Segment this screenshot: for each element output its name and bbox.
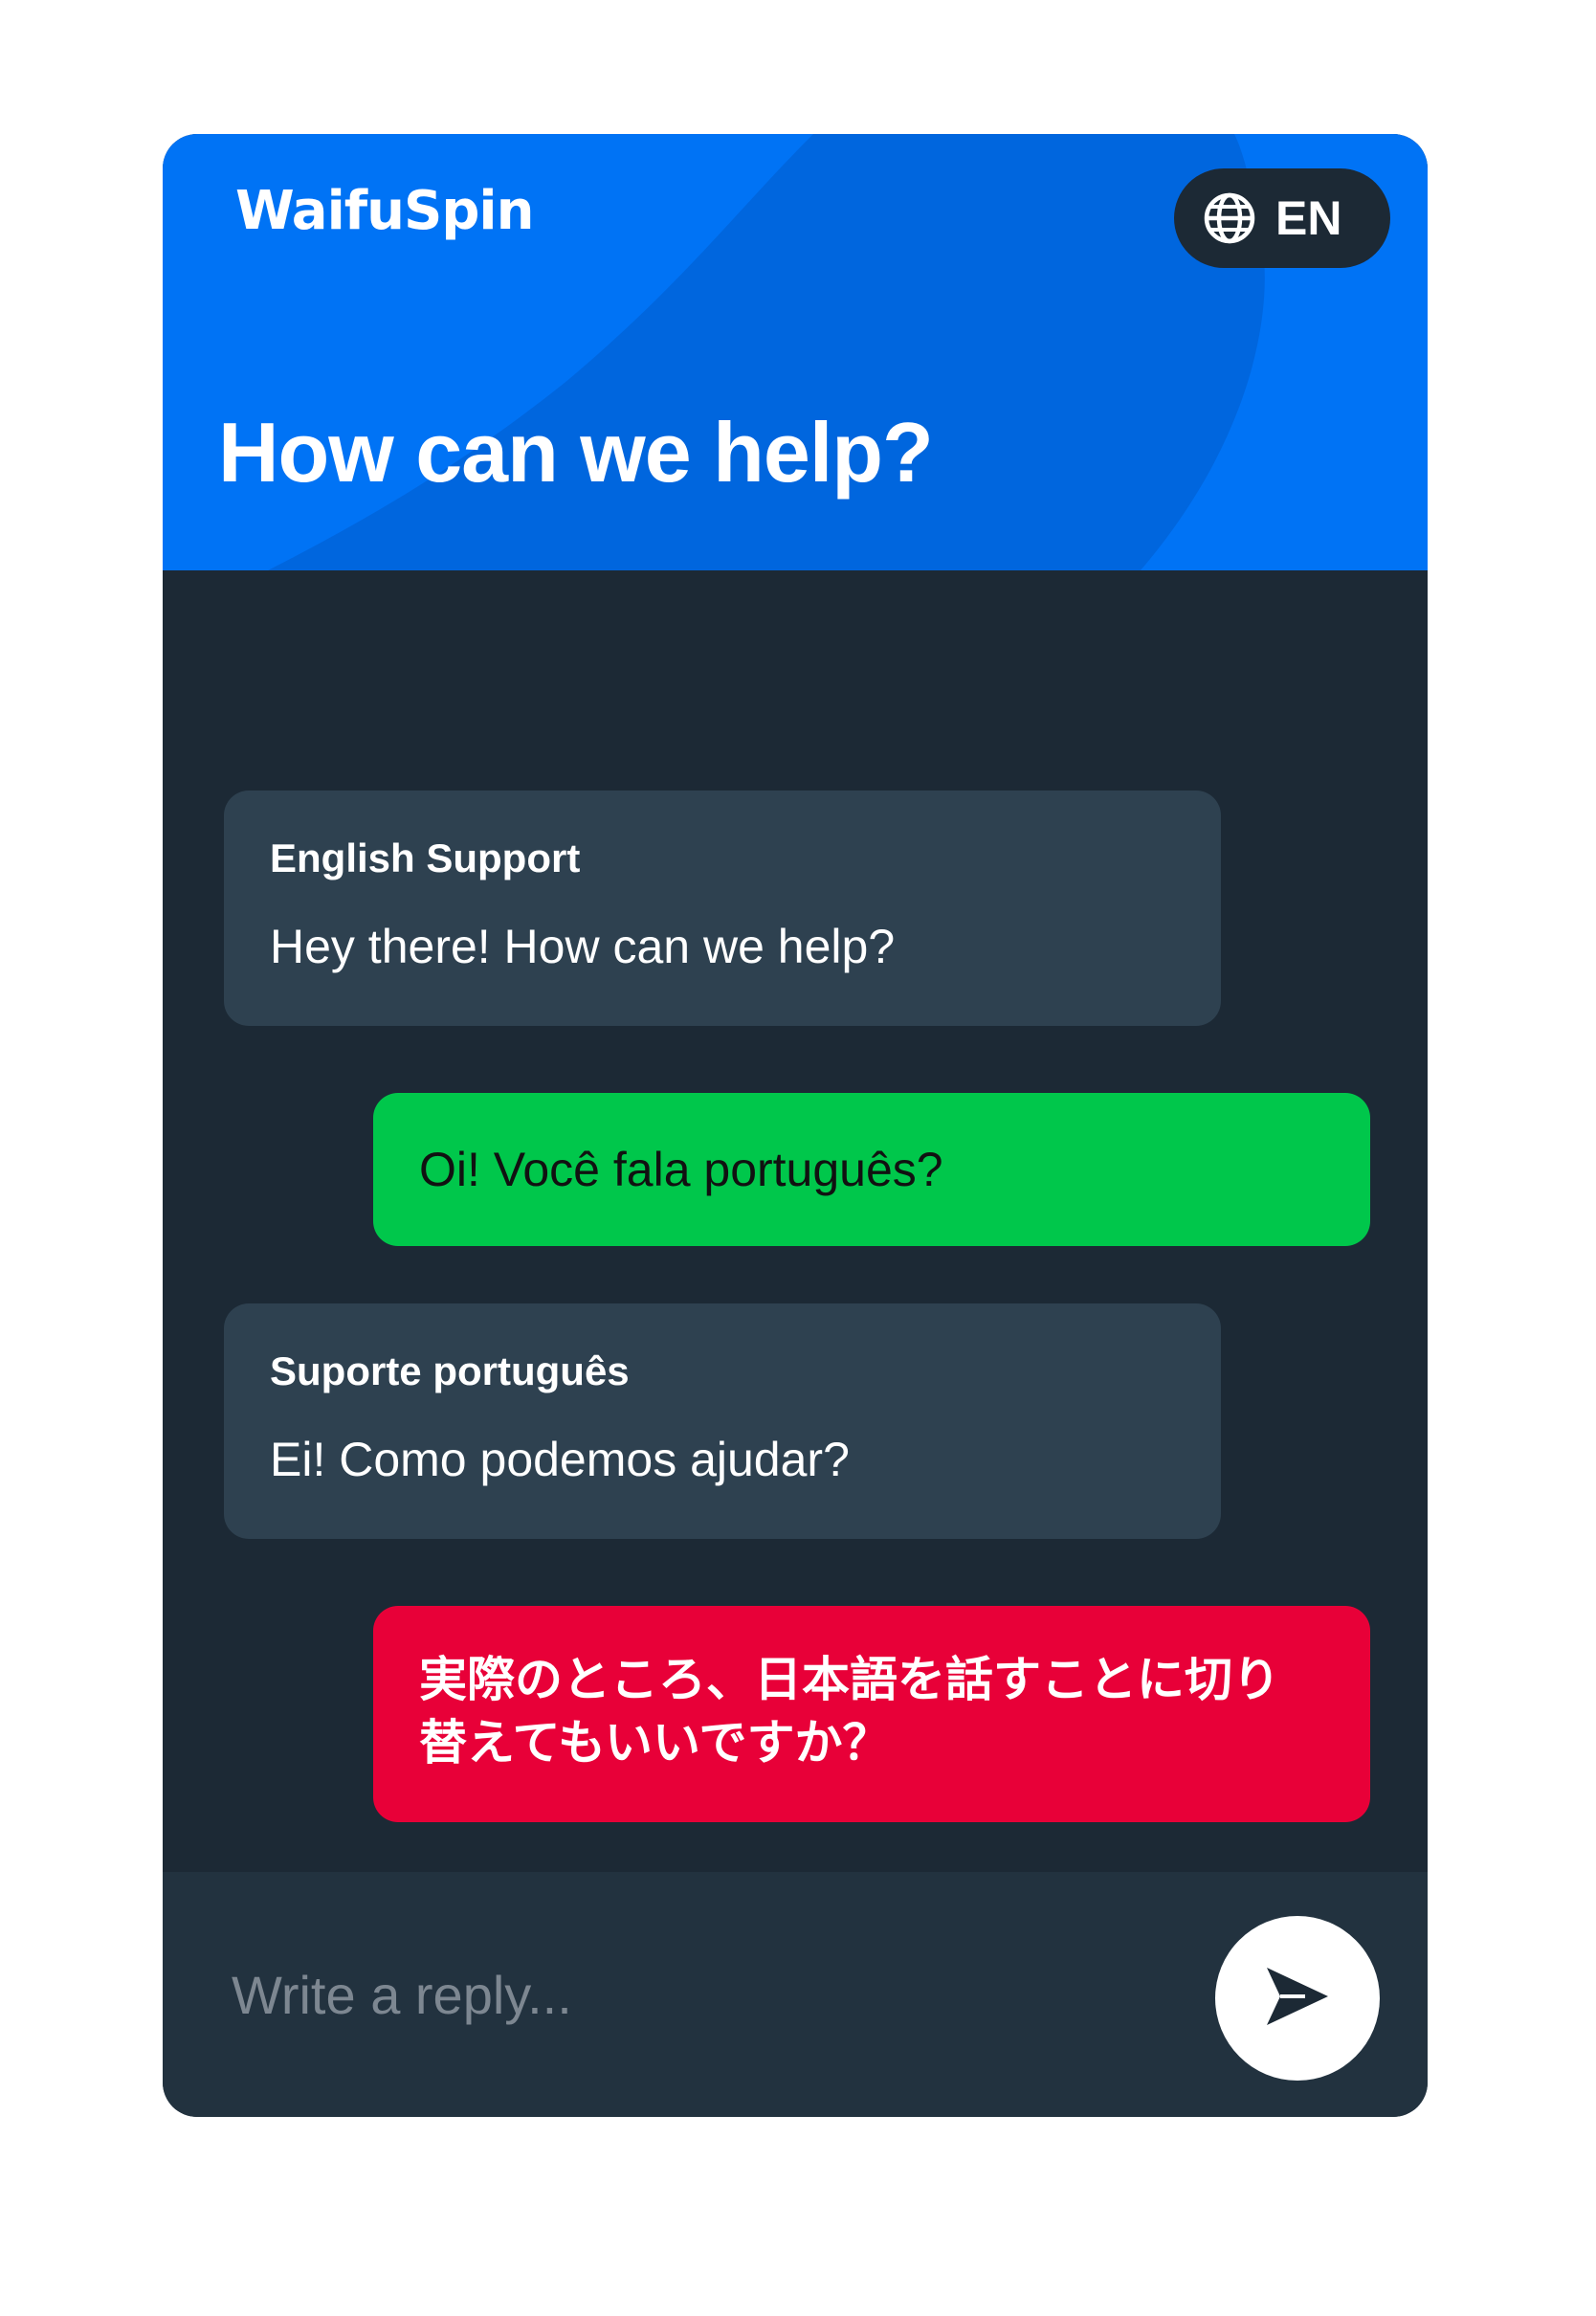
- message-sender: Suporte português: [270, 1348, 630, 1393]
- send-icon: [1261, 1960, 1334, 2037]
- page-title: How can we help?: [218, 405, 934, 500]
- brand-logo: WaifuSpin: [235, 180, 534, 242]
- chat-widget: WaifuSpin EN How can we help? English Su…: [163, 134, 1428, 2117]
- language-button[interactable]: EN: [1174, 168, 1390, 268]
- user-message: 実際のところ、日本語を話すことに切り替えてもいいですか？: [373, 1606, 1370, 1822]
- agent-message: Suporte português Ei! Como podemos ajuda…: [224, 1303, 1221, 1539]
- send-button[interactable]: [1215, 1916, 1380, 2081]
- message-sender: English Support: [270, 835, 581, 880]
- language-label: EN: [1275, 191, 1342, 245]
- message-text: Oi! Você fala português?: [419, 1143, 943, 1196]
- globe-icon: [1203, 191, 1256, 245]
- message-list[interactable]: English Support Hey there! How can we he…: [163, 570, 1428, 2000]
- reply-input[interactable]: [232, 1947, 1112, 2042]
- agent-message: English Support Hey there! How can we he…: [224, 791, 1221, 1026]
- message-text: Hey there! How can we help?: [270, 920, 896, 973]
- message-text: Ei! Como podemos ajudar?: [270, 1433, 850, 1486]
- chat-header: WaifuSpin EN How can we help?: [163, 134, 1428, 570]
- message-text: 実際のところ、日本語を話すことに切り替えてもいいですか？: [419, 1652, 1280, 1770]
- reply-composer: [163, 1872, 1428, 2117]
- user-message: Oi! Você fala português?: [373, 1093, 1370, 1246]
